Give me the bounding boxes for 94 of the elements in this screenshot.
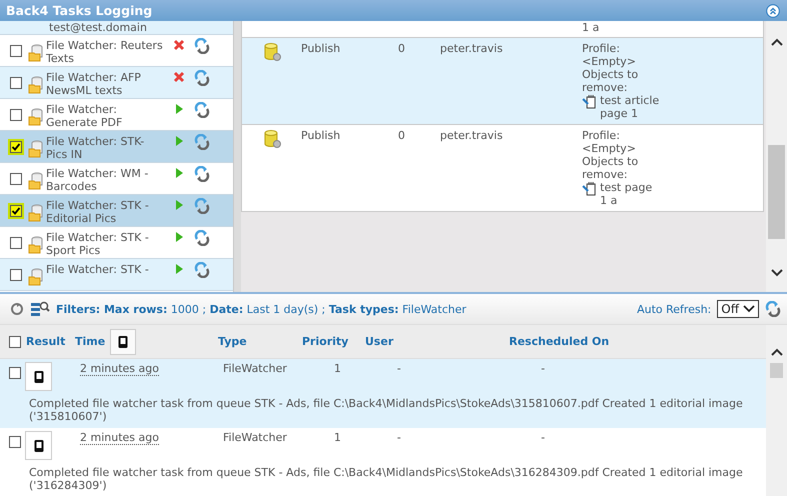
refresh-icon[interactable] xyxy=(194,70,210,86)
task-list-item[interactable]: File Watcher: Reuters Texts xyxy=(0,35,233,67)
scroll-up-icon[interactable] xyxy=(770,347,784,357)
refresh-icon[interactable] xyxy=(194,230,210,246)
checkbox[interactable] xyxy=(9,367,21,379)
device-button[interactable] xyxy=(110,328,136,354)
refresh-icon[interactable] xyxy=(10,302,24,316)
filter-list-icon[interactable] xyxy=(30,301,50,317)
checkbox[interactable] xyxy=(10,141,22,153)
checkbox[interactable] xyxy=(10,205,22,217)
task-list-item[interactable]: File Watcher: STK - Editorial Pics xyxy=(0,195,233,227)
task-list-item[interactable]: File Watcher: STK - xyxy=(0,259,233,291)
time-link[interactable]: 2 minutes ago xyxy=(80,362,159,376)
object-name: test article page 1 xyxy=(600,94,660,120)
table-cell-text: FileWatcher xyxy=(222,431,288,444)
folder-database-icon xyxy=(28,140,44,158)
task-list-item[interactable]: File Watcher: STK - Sport Pics xyxy=(0,227,233,259)
profile-text: Profile: <Empty> xyxy=(582,42,637,68)
refresh-icon[interactable] xyxy=(194,166,210,182)
page-edit-icon xyxy=(582,94,598,110)
objects-label: Objects to remove: xyxy=(582,155,640,181)
checkbox[interactable] xyxy=(10,173,22,185)
column-header[interactable]: Type xyxy=(218,335,247,348)
folder-database-icon xyxy=(28,76,44,94)
log-row[interactable]: 2 minutes ago FileWatcher 1 - - Completed file watcher task from queue STK - Ads, file C:\Back4\MidlandsPics\StokeAds\315810607.pdf Created 1 editorial image ('315810607') xyxy=(0,359,766,428)
table-cell-text: peter.travis xyxy=(440,129,504,142)
table-cell-text: peter.travis xyxy=(440,42,504,55)
refresh-icon[interactable] xyxy=(765,301,781,317)
checkbox[interactable] xyxy=(10,77,22,89)
filters-summary: Filters: Max rows: 1000 ; Date: Last 1 day(s) ; Task types: FileWatcher xyxy=(56,302,468,316)
checkbox[interactable] xyxy=(10,45,22,57)
table-cell-text: 1 xyxy=(334,362,342,375)
column-header[interactable]: Time xyxy=(75,335,106,348)
task-label: test@test.domain xyxy=(49,21,148,34)
table-cell-text: - xyxy=(396,431,402,444)
column-header[interactable]: User xyxy=(365,335,394,348)
refresh-icon[interactable] xyxy=(194,262,210,278)
scroll-thumb[interactable] xyxy=(768,145,785,239)
time-link[interactable]: 2 minutes ago xyxy=(80,431,159,445)
refresh-icon[interactable] xyxy=(194,38,210,54)
table-cell-text: 0 xyxy=(398,42,406,55)
log-message: Completed file watcher task from queue STK - Ads, file C:\Back4\MidlandsPics\StokeAds\316284309.pdf Created 1 editorial image ('316284309') xyxy=(28,465,744,492)
column-header[interactable]: Result xyxy=(26,335,66,348)
database-gear-icon xyxy=(262,129,282,149)
table-cell: - xyxy=(540,362,545,375)
folder-database-icon xyxy=(28,108,44,126)
profile-text: Profile: <Empty> xyxy=(582,129,637,155)
log-message: Completed file watcher task from queue STK - Ads, file C:\Back4\MidlandsPics\StokeAds\315810607.pdf Created 1 editorial image ('315810607') xyxy=(28,396,744,423)
scrollbar[interactable] xyxy=(766,325,787,496)
task-list-item[interactable]: File Watcher: WM - Barcodes xyxy=(0,163,233,195)
folder-database-icon xyxy=(28,204,44,222)
tablet-icon xyxy=(117,334,130,348)
tablet-icon xyxy=(32,438,44,452)
auto-refresh-label: Auto Refresh: xyxy=(636,302,712,316)
column-header[interactable]: Rescheduled On xyxy=(509,335,610,348)
scroll-down-icon[interactable] xyxy=(770,268,784,278)
task-list-item[interactable]: File Watcher: Generate PDF xyxy=(0,99,233,131)
refresh-icon[interactable] xyxy=(194,102,210,118)
collapse-icon[interactable] xyxy=(766,4,780,18)
table-cell-text: Publish xyxy=(300,42,342,55)
folder-database-icon xyxy=(28,236,44,254)
page-edit-icon xyxy=(582,181,598,197)
scrollbar[interactable] xyxy=(766,21,787,292)
device-button[interactable] xyxy=(25,362,52,391)
tablet-icon xyxy=(32,370,44,384)
caret-icon xyxy=(743,305,755,313)
checkbox[interactable] xyxy=(10,269,22,281)
auto-refresh-select[interactable]: Off xyxy=(717,300,759,318)
table-cell-text: FileWatcher xyxy=(222,362,288,375)
task-list-item[interactable]: File Watcher: STK-Pics IN xyxy=(0,131,233,163)
scroll-up-icon[interactable] xyxy=(770,37,784,47)
window-title: Back4 Tasks Logging xyxy=(6,3,152,18)
table-cell-text: Publish xyxy=(300,129,342,142)
device-button[interactable] xyxy=(25,431,52,460)
column-header[interactable]: Priority xyxy=(302,335,348,348)
table-cell-text: - xyxy=(396,362,402,375)
objects-label: Objects to remove: xyxy=(582,68,640,94)
folder-database-icon xyxy=(28,268,44,286)
folder-database-icon xyxy=(28,172,44,190)
scroll-thumb[interactable] xyxy=(770,363,783,378)
table-cell-text: 1 a xyxy=(582,21,600,34)
refresh-icon[interactable] xyxy=(194,134,210,150)
checkbox[interactable] xyxy=(9,336,21,348)
folder-database-icon xyxy=(28,44,44,62)
database-gear-icon xyxy=(262,42,282,62)
refresh-icon[interactable] xyxy=(194,198,210,214)
checkbox[interactable] xyxy=(10,237,22,249)
table-cell-text: 1 xyxy=(334,431,342,444)
table-cell-text: 0 xyxy=(398,129,406,142)
table-cell: - xyxy=(540,431,545,444)
checkbox[interactable] xyxy=(9,436,21,448)
checkbox[interactable] xyxy=(10,109,22,121)
task-list-item[interactable]: File Watcher: AFP NewsML texts xyxy=(0,67,233,99)
object-name: test page 1 a xyxy=(600,181,654,207)
